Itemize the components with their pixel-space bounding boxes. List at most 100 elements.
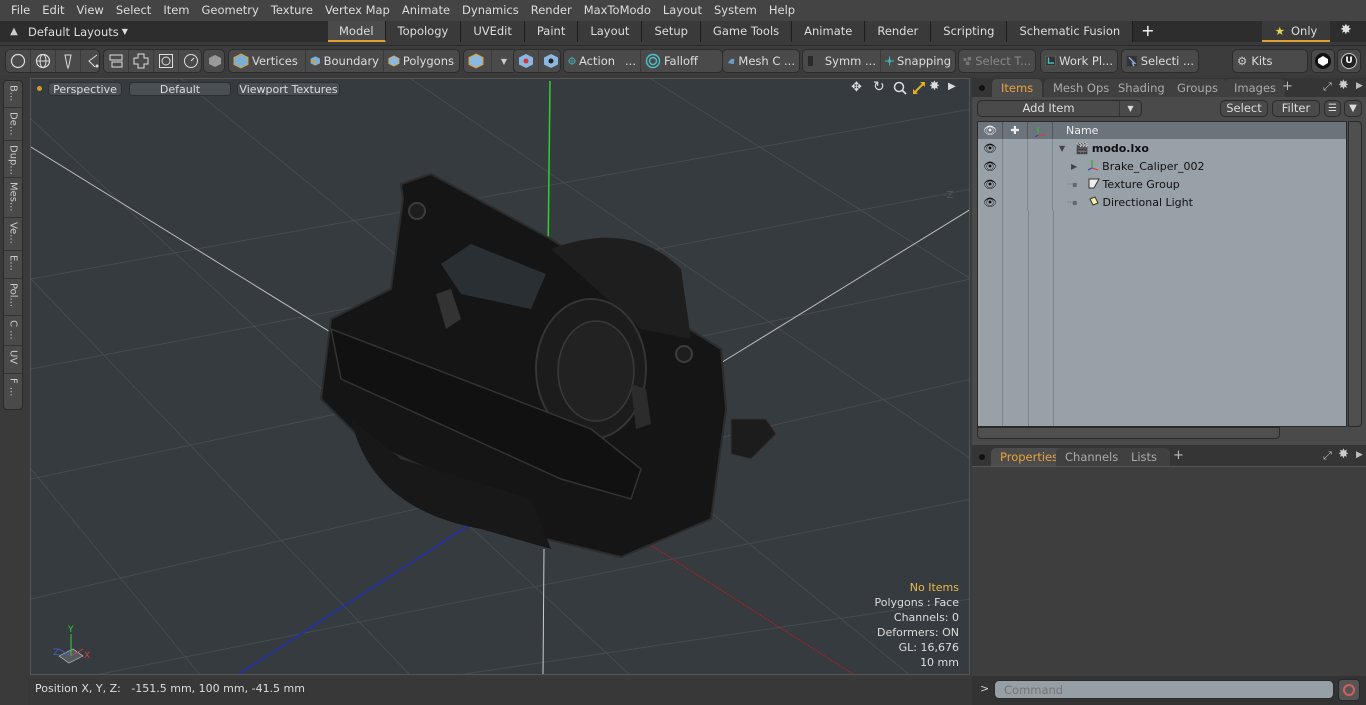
tab-model[interactable]: Model <box>328 21 386 42</box>
menu-layout[interactable]: Layout <box>657 0 708 21</box>
tree-row-scene[interactable]: 👁 ▼ 🎬 modo.lxo <box>978 139 1346 157</box>
pen-icon[interactable] <box>56 50 81 72</box>
panel-menu-arrow-icon[interactable]: ▶ <box>1356 81 1363 91</box>
lasso-icon[interactable] <box>81 50 105 72</box>
cross-unwrap-icon[interactable] <box>129 50 154 72</box>
palette-tab-polygon[interactable]: Pol... <box>4 279 22 316</box>
tab-groups[interactable]: Groups <box>1168 79 1228 97</box>
panel-menu-arrow-icon[interactable]: ▶ <box>1356 450 1363 460</box>
add-tab-button[interactable]: + <box>1133 21 1162 42</box>
palette-tab-duplicate[interactable]: Dup... <box>4 141 22 178</box>
tree-horizontal-scrollbar[interactable] <box>977 427 1280 439</box>
dial-icon[interactable] <box>179 50 203 72</box>
panel-dot-icon[interactable] <box>979 454 985 460</box>
tab-setup[interactable]: Setup <box>642 21 701 42</box>
select-button[interactable]: Select <box>1220 100 1268 117</box>
funnel-filter-icon[interactable]: ▼ <box>1344 100 1362 117</box>
tree-row-mesh[interactable]: 👁 ▶ Brake_Caliper_002 <box>978 157 1346 175</box>
palette-tab-deform[interactable]: De... <box>4 108 22 141</box>
command-input[interactable] <box>994 680 1334 699</box>
viewport-status-dot[interactable] <box>37 86 42 91</box>
palette-tab-curve[interactable]: C ... <box>4 316 22 346</box>
tab-items[interactable]: Items <box>992 79 1043 97</box>
globe-icon[interactable] <box>31 50 56 72</box>
menu-help[interactable]: Help <box>763 0 801 21</box>
viewport-textures-button[interactable]: Viewport Textures <box>237 82 340 96</box>
work-plane-button[interactable]: Work Pl... <box>1041 50 1117 72</box>
name-column-header[interactable]: Name <box>1053 122 1098 139</box>
action-button[interactable]: Action... <box>564 50 641 72</box>
move-view-icon[interactable]: ✥ <box>851 80 862 95</box>
falloff-button[interactable]: Falloff <box>641 50 721 72</box>
tab-animate[interactable]: Animate <box>792 21 866 42</box>
palette-tab-basic[interactable]: B... <box>4 81 22 108</box>
panel-gear-icon[interactable]: ✸ <box>1338 78 1349 93</box>
visibility-eye-icon[interactable]: 👁 <box>978 157 1003 175</box>
palette-tab-mesh-edit[interactable]: Mes... <box>4 178 22 218</box>
palette-tab-fusion[interactable]: F ... <box>4 374 22 404</box>
tab-game-tools[interactable]: Game Tools <box>700 21 793 42</box>
expand-panel-icon[interactable]: ⤢ <box>1323 80 1332 94</box>
expand-triangle-icon[interactable]: ▼ <box>1059 144 1065 153</box>
shading-style-button[interactable]: Default <box>129 82 231 96</box>
align-icon[interactable] <box>104 50 129 72</box>
collapse-up-icon[interactable]: ▲ <box>0 26 28 37</box>
menu-file[interactable]: File <box>0 0 36 21</box>
visibility-eye-icon[interactable]: 👁 <box>978 139 1003 157</box>
layouts-dropdown[interactable]: Default Layouts ▼ <box>28 25 328 39</box>
tab-shading[interactable]: Shading <box>1109 79 1174 97</box>
menu-maxtomodo[interactable]: MaxToModo <box>578 0 657 21</box>
filter-button[interactable]: Filter <box>1272 100 1320 117</box>
menu-item[interactable]: Item <box>157 0 195 21</box>
panel-gear-icon[interactable]: ✸ <box>1338 447 1349 462</box>
maximize-view-icon[interactable] <box>912 81 926 98</box>
menu-texture[interactable]: Texture <box>265 0 319 21</box>
menu-select[interactable]: Select <box>110 0 157 21</box>
tab-images[interactable]: Images <box>1225 79 1286 97</box>
viewport-menu-arrow-icon[interactable]: ▶ <box>948 81 956 92</box>
tab-uvedit[interactable]: UVEdit <box>461 21 525 42</box>
item-mode-icon[interactable] <box>464 50 492 72</box>
tab-schematic-fusion[interactable]: Schematic Fusion <box>1007 21 1134 42</box>
tab-topology[interactable]: Topology <box>385 21 462 42</box>
add-item-dropdown[interactable]: Add Item ▼ <box>977 100 1142 117</box>
viewport-settings-icon[interactable]: ✸ <box>929 79 940 94</box>
type-column-icon[interactable] <box>1028 122 1053 139</box>
add-tab-icon[interactable]: + <box>1173 448 1184 463</box>
tab-scripting[interactable]: Scripting <box>931 21 1008 42</box>
visibility-eye-icon[interactable]: 👁 <box>978 175 1003 193</box>
add-tab-icon[interactable]: + <box>1282 79 1293 94</box>
only-toggle[interactable]: ★ Only <box>1262 21 1330 42</box>
circle-select-icon[interactable] <box>6 50 31 72</box>
cube-gray-icon[interactable] <box>204 50 226 72</box>
center-icon[interactable] <box>514 50 539 72</box>
palette-tab-uv[interactable]: UV <box>4 346 22 374</box>
selection-sets-button[interactable]: Selecti ... <box>1122 50 1198 72</box>
snapping-button[interactable]: Snapping <box>881 50 955 72</box>
menu-geometry[interactable]: Geometry <box>196 0 265 21</box>
menu-dynamics[interactable]: Dynamics <box>456 0 525 21</box>
unity-button[interactable] <box>1311 49 1335 73</box>
visibility-eye-icon[interactable]: 👁 <box>978 193 1003 211</box>
menu-animate[interactable]: Animate <box>396 0 456 21</box>
tab-mesh-ops[interactable]: Mesh Ops <box>1044 79 1119 97</box>
visibility-column-icon[interactable]: 👁 <box>978 122 1003 139</box>
tab-lists[interactable]: Lists <box>1118 448 1170 466</box>
rotate-view-icon[interactable]: ↻ <box>873 79 885 95</box>
perspective-button[interactable]: Perspective <box>48 82 122 96</box>
list-options-icon[interactable]: ☰ <box>1324 100 1341 117</box>
expand-triangle-icon[interactable]: ▶ <box>1071 162 1077 171</box>
vertices-button[interactable]: Vertices <box>229 50 306 72</box>
square-circle-icon[interactable] <box>154 50 179 72</box>
mesh-constraint-button[interactable]: Mesh C ... <box>723 50 799 72</box>
symmetry-button[interactable]: Symm ... <box>803 50 881 72</box>
tree-row-texture-group[interactable]: 👁 ··▪ Texture Group <box>978 175 1346 193</box>
menu-edit[interactable]: Edit <box>36 0 70 21</box>
menu-render[interactable]: Render <box>525 0 578 21</box>
kits-button[interactable]: ⚙ Kits <box>1233 50 1307 72</box>
panel-dot-icon[interactable] <box>979 85 985 91</box>
lock-column-icon[interactable]: ✚ <box>1003 122 1028 139</box>
select-through-button[interactable]: Select T... <box>959 50 1035 72</box>
tab-layout[interactable]: Layout <box>578 21 643 42</box>
zoom-view-icon[interactable] <box>893 81 907 98</box>
